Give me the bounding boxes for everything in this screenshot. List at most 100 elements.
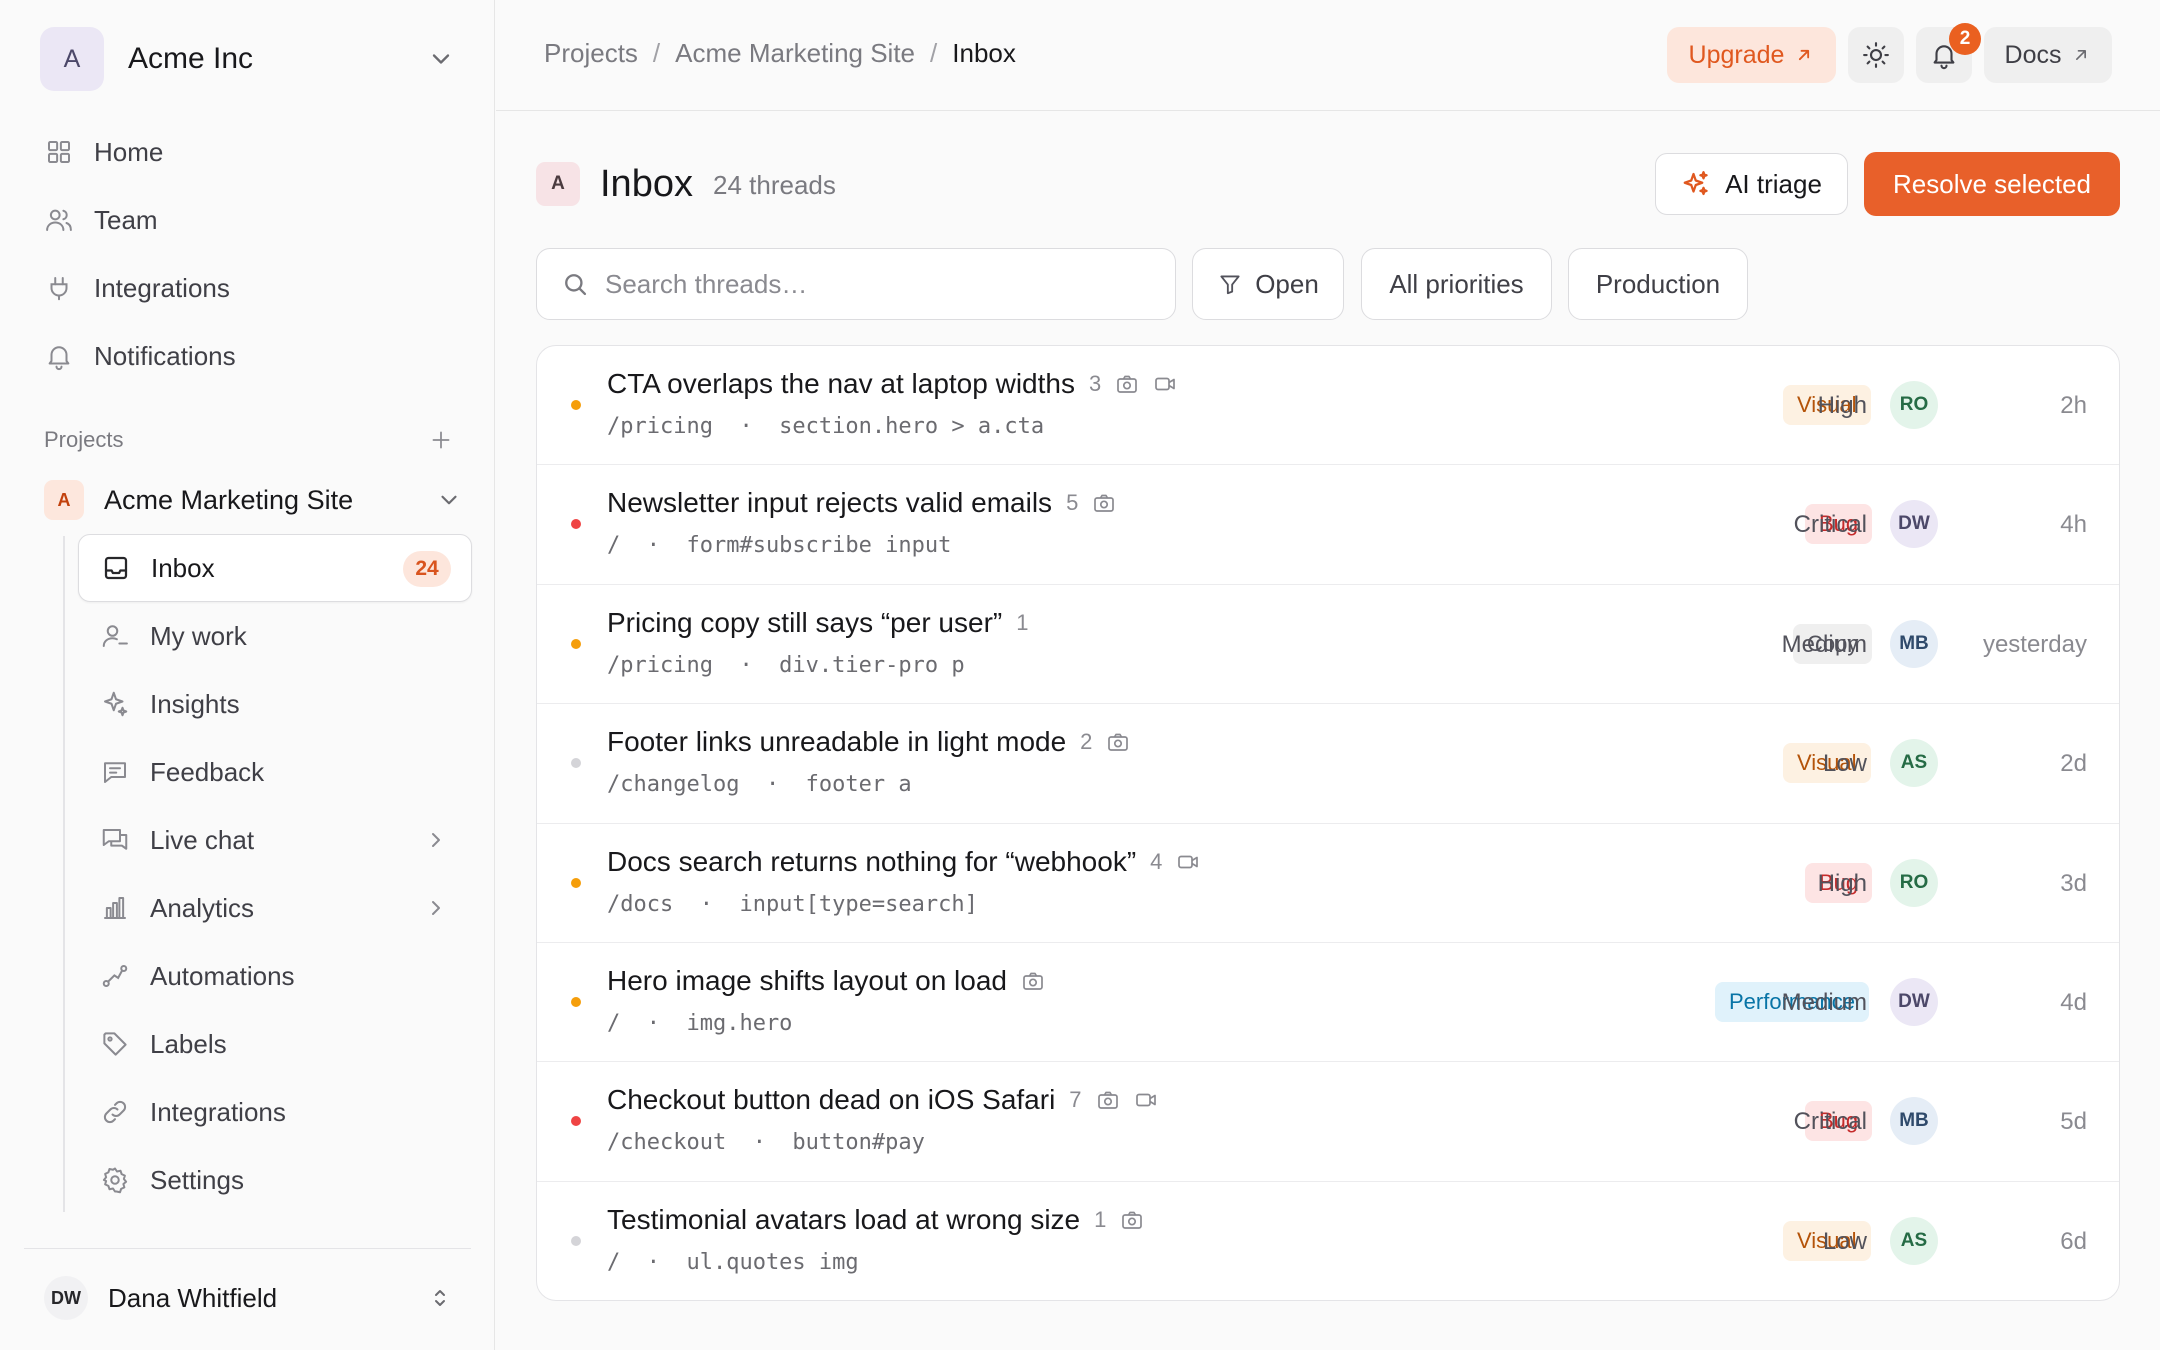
video-icon — [1155, 377, 1176, 391]
assignee-avatar[interactable]: RO — [1890, 858, 1938, 907]
sidebar-item-settings[interactable]: Settings — [78, 1146, 472, 1214]
status-filter[interactable]: Open — [1192, 248, 1344, 320]
thread-title[interactable]: Pricing copy still says “per user” — [607, 607, 1002, 639]
sidebar-item-my-work[interactable]: My work — [78, 602, 472, 670]
docs-button[interactable]: Docs — [1984, 27, 2112, 83]
tag-icon — [103, 1032, 127, 1056]
sidebar-item-automations[interactable]: Automations — [78, 942, 472, 1010]
bell-icon — [48, 346, 70, 371]
assignee-avatar[interactable]: DW — [1890, 977, 1938, 1026]
workspace-name: Acme Inc — [128, 42, 254, 75]
camera-icon — [1023, 972, 1043, 990]
sidebar-item-insights[interactable]: Insights — [78, 670, 472, 738]
sidebar-item-label: Analytics — [150, 892, 255, 923]
chevron-down-icon — [441, 495, 457, 505]
gear-icon — [102, 1167, 128, 1194]
plus-icon[interactable] — [428, 427, 454, 453]
sidebar-item-inbox[interactable]: Inbox 24 — [78, 534, 472, 602]
filter-icon — [1220, 275, 1240, 295]
sidebar-item-labels[interactable]: Labels — [78, 1010, 472, 1078]
workspace-switcher[interactable]: A Acme Inc — [40, 27, 465, 91]
ai-triage-button[interactable]: AI triage — [1655, 153, 1848, 215]
video-icon — [1135, 1093, 1156, 1107]
thread-title[interactable]: Checkout button dead on iOS Safari — [607, 1084, 1055, 1116]
thread-time: yesterday — [1982, 630, 2087, 658]
thread-title[interactable]: Footer links unreadable in light mode — [607, 726, 1066, 758]
priority-text: Medium — [1781, 630, 1867, 658]
breadcrumb-project[interactable]: Acme Marketing Site — [675, 38, 915, 69]
thread-title[interactable]: Docs search returns nothing for “webhook… — [607, 846, 1136, 878]
assignee-avatar[interactable]: MB — [1890, 1097, 1938, 1146]
thread-row[interactable]: Testimonial avatars load at wrong size 1 /… — [537, 1182, 2119, 1300]
sidebar-item-label: Integrations — [150, 1096, 286, 1127]
sidebar-item-feedback[interactable]: Feedback — [78, 738, 472, 806]
environment-filter[interactable]: Production — [1568, 248, 1748, 320]
priority-dot — [571, 638, 581, 649]
thread-row[interactable]: Newsletter input rejects valid emails 5 / … — [537, 465, 2119, 585]
assignee-avatar[interactable]: AS — [1890, 1216, 1938, 1265]
search-box — [536, 248, 1176, 320]
sidebar-item-analytics[interactable]: Analytics — [78, 874, 472, 942]
thread-row[interactable]: Pricing copy still says “per user” 1/pric… — [537, 585, 2119, 705]
nav-item-integrations[interactable]: Integrations — [30, 254, 470, 322]
comment-count: 3 — [1088, 371, 1102, 396]
avatar: DW — [44, 1276, 88, 1320]
user-menu[interactable]: DW Dana Whitfield — [44, 1276, 460, 1320]
sparkles-icon — [104, 691, 128, 717]
assignee-avatar[interactable]: DW — [1890, 500, 1938, 549]
docs-label: Docs — [2004, 40, 2062, 69]
plug-icon — [50, 277, 68, 301]
thread-row[interactable]: Hero image shifts layout on load / · img.… — [537, 943, 2119, 1063]
main-nav: Home Team Integrations Notifications — [30, 118, 470, 390]
upgrade-label: Upgrade — [1688, 40, 1785, 69]
sparkles-icon — [1683, 171, 1708, 196]
projects-section-header: Projects — [44, 424, 454, 456]
thread-path: /checkout · button#pay — [607, 1130, 925, 1156]
ai-triage-label: AI triage — [1725, 168, 1822, 199]
sidebar-item-live-chat[interactable]: Live chat — [78, 806, 472, 874]
comment-count: 2 — [1080, 729, 1093, 755]
thread-row[interactable]: Docs search returns nothing for “webhook… — [537, 824, 2119, 943]
thread-row[interactable]: CTA overlaps the nav at laptop widths 3/p… — [537, 346, 2119, 466]
thread-title[interactable]: Testimonial avatars load at wrong size — [607, 1204, 1080, 1236]
thread-time: 3d — [2060, 869, 2087, 897]
sidebar-item-label: Automations — [150, 960, 295, 991]
thread-title[interactable]: Hero image shifts layout on load — [607, 965, 1007, 997]
camera-icon — [1117, 375, 1138, 393]
thread-title[interactable]: CTA overlaps the nav at laptop widths — [607, 368, 1075, 400]
breadcrumb-separator: / — [652, 38, 661, 68]
chevron-down-icon — [432, 54, 450, 64]
priority-text: High — [1817, 392, 1867, 419]
thread-title-line: Docs search returns nothing for “webhook… — [607, 846, 1200, 878]
thread-title[interactable]: Newsletter input rejects valid emails — [607, 487, 1052, 519]
upgrade-button[interactable]: Upgrade — [1667, 27, 1836, 83]
project-acme-marketing-site[interactable]: A Acme Marketing Site — [44, 480, 464, 520]
thread-path: / · form#subscribe input — [607, 533, 952, 559]
nav-item-home[interactable]: Home — [30, 118, 470, 186]
breadcrumb-projects[interactable]: Projects — [544, 38, 638, 69]
search-input[interactable] — [605, 268, 1165, 300]
assignee-avatar[interactable]: MB — [1890, 619, 1938, 668]
priority-dot — [571, 1116, 581, 1127]
comment-count: 7 — [1069, 1087, 1082, 1113]
priority-filter[interactable]: All priorities — [1361, 248, 1552, 320]
tree-line — [63, 536, 65, 1212]
nav-item-notifications[interactable]: Notifications — [30, 322, 470, 390]
thread-title-line: Pricing copy still says “per user” 1 — [607, 607, 1028, 639]
thread-time: 4d — [2060, 988, 2087, 1016]
search-icon — [565, 274, 587, 296]
priority-text: High — [1817, 869, 1867, 897]
assignee-avatar[interactable]: AS — [1890, 739, 1938, 788]
thread-path: / · img.hero — [607, 1010, 793, 1036]
resolve-selected-button[interactable]: Resolve selected — [1864, 152, 2120, 216]
thread-row[interactable]: Checkout button dead on iOS Safari 7/chec… — [537, 1062, 2119, 1182]
nav-item-team[interactable]: Team — [30, 186, 470, 254]
comment-count: 4 — [1150, 848, 1163, 874]
assignee-avatar[interactable]: RO — [1890, 381, 1938, 429]
notification-count-badge: 2 — [1949, 23, 1981, 55]
sidebar-item-integrations[interactable]: Integrations — [78, 1078, 472, 1146]
sidebar: A Acme Inc Home Team Integrations Notifi… — [0, 0, 495, 1350]
theme-toggle-button[interactable] — [1848, 27, 1904, 83]
priority-dot — [571, 519, 581, 530]
thread-row[interactable]: Footer links unreadable in light mode 2/c… — [537, 704, 2119, 824]
